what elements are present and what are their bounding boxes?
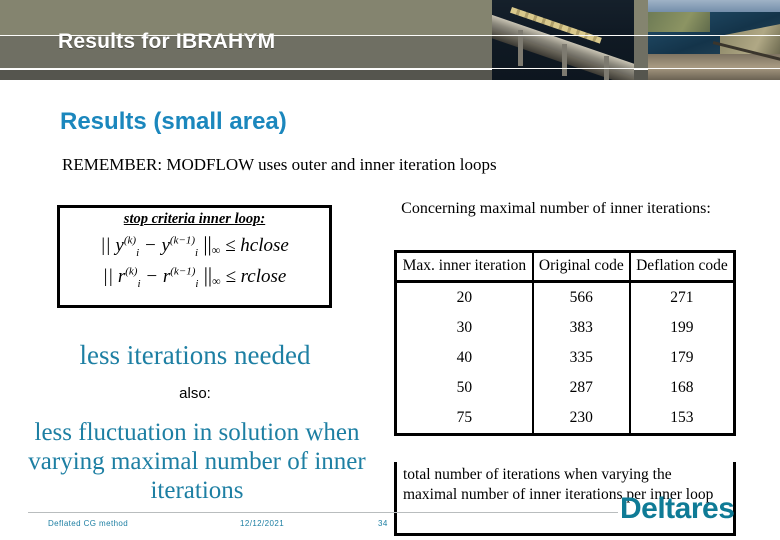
cell-deflation-code: 199 [628,313,735,343]
footer-page-number: 34 [378,519,388,528]
stop-criteria-caption: stop criteria inner loop: [123,211,266,227]
eq2-norm: || [198,262,213,287]
eq1-sup1: (k) [123,234,137,247]
cell-original-code: 230 [531,403,631,435]
eq1-minus: − y [139,235,170,256]
aerial-shoreline [648,54,780,80]
eq2-minus: − r [140,265,171,287]
slide-banner: Results for IBRAHYM [0,0,780,80]
bridge-pier [562,44,567,76]
cell-deflation-code: 168 [628,373,735,403]
conclusion-less-fluctuation: less fluctuation in solution when varyin… [28,419,366,504]
banner-hairline-lower-overlay [0,68,780,69]
footer-date: 12/12/2021 [240,519,285,528]
column-header-max-inner-iteration: Max. inner iteration [395,251,534,283]
column-header-original-code: Original code [531,251,631,283]
footer-divider [28,512,618,513]
eq1-sup2: (k−1) [169,234,196,247]
eq2-sup2: (k−1) [170,265,196,278]
column-header-deflation-code: Deflation code [628,251,735,283]
banner-title: Results for IBRAHYM [58,30,276,53]
cell-original-code: 566 [531,281,631,313]
stop-criteria-box: stop criteria inner loop: || y(k)i − y(k… [57,205,332,308]
eq1-prefix: || y [100,235,124,256]
table-row: 30 383 199 [395,313,735,343]
table-header-row: Max. inner iteration Original code Defla… [395,251,735,283]
cell-original-code: 383 [531,313,631,343]
cell-max-inner-iteration: 50 [395,373,534,403]
conclusion-less-iterations: less iterations needed [79,340,311,370]
table-row: 75 230 153 [395,403,735,435]
table-intro-text: Concerning maximal number of inner itera… [401,200,711,217]
footer-subject: Deflated CG method [48,519,129,528]
cell-original-code: 335 [531,343,631,373]
stop-criteria-equation-2: || r(k)i − r(k−1)i ||∞ ≤ rclose [60,263,329,290]
cell-max-inner-iteration: 40 [395,343,534,373]
cell-deflation-code: 153 [628,403,735,435]
cell-deflation-code: 271 [628,281,735,313]
deltares-logo: Deltares [620,492,735,525]
cell-max-inner-iteration: 75 [395,403,534,435]
also-label: also: [179,385,211,402]
eq2-relation: ≤ rclose [220,265,287,287]
table-row: 50 287 168 [395,373,735,403]
stop-criteria-equation-1: || y(k)i − y(k−1)i ||∞ ≤ hclose [60,232,329,259]
cell-deflation-code: 179 [628,343,735,373]
eq2-sup1: (k) [125,265,138,278]
eq1-norm: || [198,232,212,256]
eq1-relation: ≤ hclose [220,235,289,256]
table-row: 40 335 179 [395,343,735,373]
remember-note: REMEMBER: MODFLOW uses outer and inner i… [62,155,497,174]
eq2-infinity: ∞ [212,273,221,288]
page-title: Results (small area) [60,108,287,135]
cell-max-inner-iteration: 30 [395,313,534,343]
cell-original-code: 287 [531,373,631,403]
eq2-prefix: || r [102,265,126,287]
table-row: 20 566 271 [395,281,735,313]
cell-max-inner-iteration: 20 [395,281,534,313]
results-table: Max. inner iteration Original code Defla… [394,250,736,436]
aerial-land-upper [648,12,710,32]
